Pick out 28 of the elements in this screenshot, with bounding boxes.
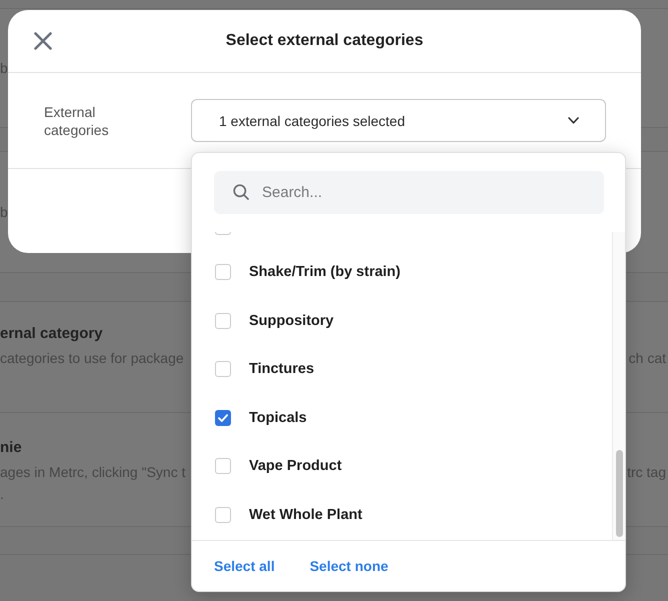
option-label[interactable]: Wet Whole Plant [249,506,362,523]
search-icon [233,184,249,200]
checkmark-icon [218,414,228,422]
action-link[interactable]: Select all [214,558,275,574]
option-label[interactable]: Topicals [249,410,307,426]
search-field[interactable]: Search... [214,171,604,214]
dialog-title: Select external categories [226,32,424,50]
checkbox[interactable] [215,264,231,280]
checkbox[interactable] [215,458,231,474]
scrollbar-thumb[interactable] [616,450,623,537]
checkbox[interactable] [215,410,231,426]
select-dropdown[interactable]: 1 external categories selected [191,99,606,142]
close-button[interactable] [34,32,52,50]
option-label[interactable]: Suppository [249,312,334,329]
close-icon [34,32,52,50]
checkbox[interactable] [215,361,231,378]
checkbox[interactable] [215,506,231,523]
checkbox[interactable] [215,232,231,235]
section-title: ernal category [0,325,103,343]
option-label[interactable]: Vape Product [249,458,342,474]
section-description: . [0,485,4,504]
action-link[interactable]: Select none [310,558,388,574]
chevron-down-icon [568,117,579,124]
option-label[interactable]: Tinctures [249,361,314,378]
option-label[interactable]: Shake/Trim (by strain) [249,264,400,280]
section-title: nie [0,439,22,457]
field-label: External categories [44,102,110,138]
checkbox[interactable] [215,312,231,329]
